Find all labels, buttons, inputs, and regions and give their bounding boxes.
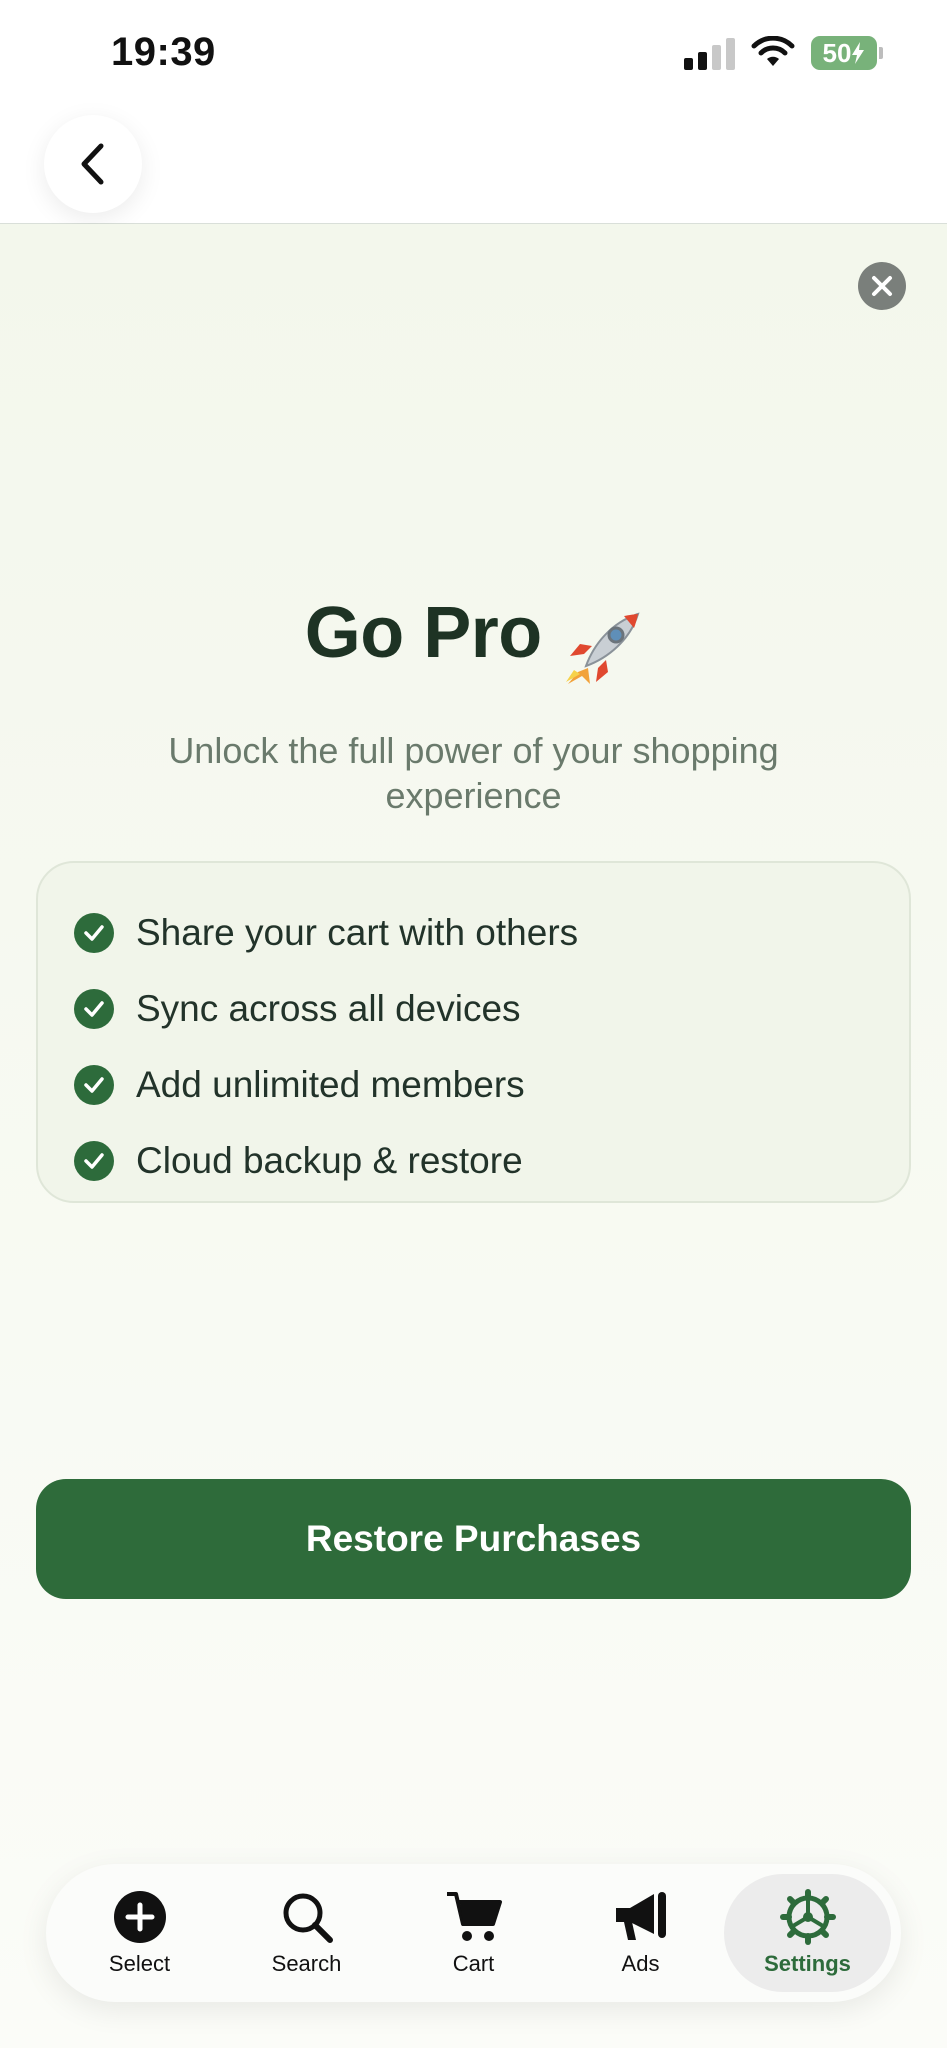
feature-label: Add unlimited members xyxy=(136,1064,525,1105)
tab-settings[interactable]: Settings xyxy=(724,1874,891,1992)
chevron-left-icon xyxy=(81,143,104,185)
tab-label: Settings xyxy=(764,1951,851,1976)
signal-icon xyxy=(684,36,735,70)
feature-item: Sync across all devices xyxy=(38,971,909,1047)
restore-purchases-button[interactable]: Restore Purchases xyxy=(36,1479,911,1599)
tab-label: Select xyxy=(108,1951,171,1976)
check-circle-icon xyxy=(74,1141,114,1181)
check-circle-icon xyxy=(74,1065,114,1105)
battery-icon: 50 xyxy=(811,36,883,70)
close-icon xyxy=(872,276,892,296)
tab-label: Cart xyxy=(452,1951,495,1976)
back-button[interactable] xyxy=(44,115,142,213)
page-title: Go Pro xyxy=(304,593,543,673)
nav-header xyxy=(0,110,947,224)
tab-ads[interactable]: Ads xyxy=(557,1874,724,1992)
gear-icon xyxy=(779,1889,836,1945)
status-bar: 19:39 50 xyxy=(0,0,947,110)
search-icon xyxy=(283,1893,333,1943)
tab-cart[interactable]: Cart xyxy=(390,1874,557,1992)
feature-item: Add unlimited members xyxy=(38,1047,909,1123)
tab-label: Search xyxy=(271,1951,342,1976)
status-time: 19:39 xyxy=(111,30,216,74)
wifi-icon xyxy=(751,36,795,66)
bolt-icon xyxy=(852,42,865,64)
rocket-icon xyxy=(566,612,640,684)
title-row: Go Pro xyxy=(0,592,947,686)
feature-label: Cloud backup & restore xyxy=(136,1140,523,1181)
cart-icon xyxy=(446,1892,502,1941)
subtitle: Unlock the full power of your shopping e… xyxy=(168,730,779,816)
megaphone-icon xyxy=(615,1892,666,1940)
check-circle-icon xyxy=(74,913,114,953)
tab-search[interactable]: Search xyxy=(223,1874,390,1992)
battery-level: 50 xyxy=(822,37,852,68)
check-circle-icon xyxy=(74,989,114,1029)
tab-bar: Select Search Cart Ads Settings xyxy=(46,1864,901,2002)
tab-select[interactable]: Select xyxy=(56,1874,223,1992)
feature-label: Sync across all devices xyxy=(136,988,521,1029)
close-button[interactable] xyxy=(858,262,906,310)
feature-label: Share your cart with others xyxy=(136,912,579,953)
paywall-screen: Go Pro Unlock the full power of your sho… xyxy=(0,224,947,2048)
tab-label: Ads xyxy=(621,1951,660,1976)
status-icons: 50 xyxy=(684,36,883,70)
plus-circle-icon xyxy=(113,1891,166,1943)
feature-list: Share your cart with others Sync across … xyxy=(36,861,911,1203)
feature-item: Cloud backup & restore xyxy=(38,1123,909,1199)
feature-item: Share your cart with others xyxy=(38,895,909,971)
